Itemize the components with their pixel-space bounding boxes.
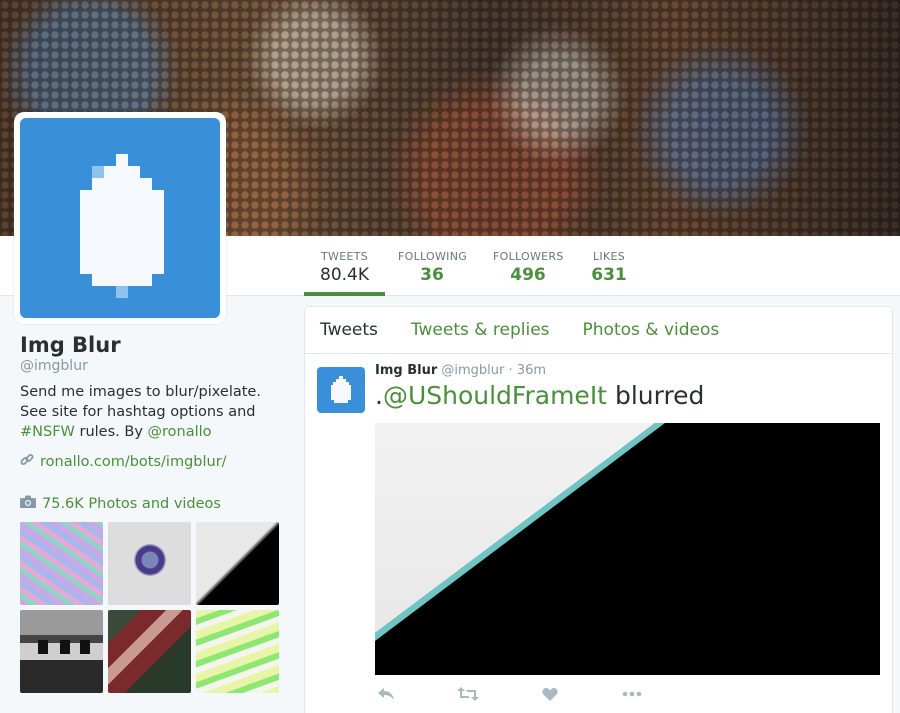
drop-logo-icon <box>20 118 220 318</box>
photo-grid <box>20 522 280 693</box>
photo-thumbnail[interactable] <box>196 610 279 693</box>
photo-thumbnail[interactable] <box>196 522 279 605</box>
photos-header: 75.6K Photos and videos <box>20 495 221 512</box>
tweet-author[interactable]: Img Blur <box>375 363 437 378</box>
stat-value: 631 <box>591 265 627 285</box>
tweet-header: Img Blur @imgblur · 36m <box>375 363 546 378</box>
tweet-prefix: . <box>375 381 383 410</box>
profile-url-link[interactable]: ronallo.com/bots/imgblur/ <box>40 454 227 470</box>
tweet-media[interactable] <box>375 423 880 675</box>
profile-handle[interactable]: @imgblur <box>20 358 88 374</box>
stat-followers[interactable]: FOLLOWERS 496 <box>493 236 563 296</box>
photo-thumbnail[interactable] <box>108 522 191 605</box>
timeline-tabs: Tweets Tweets & replies Photos & videos <box>305 307 892 354</box>
photos-link[interactable]: 75.6K Photos and videos <box>42 496 221 512</box>
tweet-handle[interactable]: @imgblur <box>441 363 504 378</box>
heart-icon[interactable] <box>539 685 561 703</box>
photo-thumbnail[interactable] <box>108 610 191 693</box>
stat-label: FOLLOWERS <box>493 250 564 263</box>
stat-label: FOLLOWING <box>398 250 468 263</box>
stat-value: 36 <box>420 265 444 285</box>
retweet-icon[interactable] <box>457 685 479 703</box>
tweet-avatar[interactable] <box>317 367 365 413</box>
stat-likes[interactable]: LIKES 631 <box>590 236 628 296</box>
camera-icon <box>20 495 36 512</box>
bio-text: Send me images to blur/pixelate. See sit… <box>20 384 261 420</box>
tweet-actions <box>375 685 643 703</box>
tweet-mention-link[interactable]: @UShouldFrameIt <box>383 381 607 410</box>
tab-photos-videos[interactable]: Photos & videos <box>583 320 720 340</box>
photo-thumbnail[interactable] <box>20 610 103 693</box>
reply-icon[interactable] <box>375 685 397 703</box>
stat-tweets[interactable]: TWEETS 80.4K <box>304 236 385 296</box>
stat-label: LIKES <box>592 250 626 263</box>
tweet-time[interactable]: 36m <box>517 363 546 378</box>
bio-hashtag-link[interactable]: #NSFW <box>20 424 75 440</box>
tab-tweets-replies[interactable]: Tweets & replies <box>411 320 550 340</box>
profile-bio: Send me images to blur/pixelate. See sit… <box>20 382 290 442</box>
tab-tweets[interactable]: Tweets <box>320 320 378 340</box>
stat-value: 496 <box>510 265 546 285</box>
timeline-card: Tweets Tweets & replies Photos & videos … <box>304 306 893 713</box>
stat-label: TWEETS <box>321 250 368 263</box>
tweet-suffix: blurred <box>607 381 705 410</box>
tweet-separator: · <box>508 363 513 378</box>
bio-mention-link[interactable]: @ronallo <box>148 424 212 440</box>
stat-value: 80.4K <box>320 265 369 285</box>
profile-name: Img Blur <box>20 333 121 357</box>
profile-url: ronallo.com/bots/imgblur/ <box>20 453 227 471</box>
stat-following[interactable]: FOLLOWING 36 <box>398 236 468 296</box>
photo-thumbnail[interactable] <box>20 522 103 605</box>
link-icon <box>20 453 34 471</box>
tweet-text: .@UShouldFrameIt blurred <box>375 381 704 410</box>
more-icon[interactable] <box>621 685 643 703</box>
profile-avatar[interactable] <box>14 112 226 324</box>
bio-text-rules: rules. By <box>74 424 148 440</box>
